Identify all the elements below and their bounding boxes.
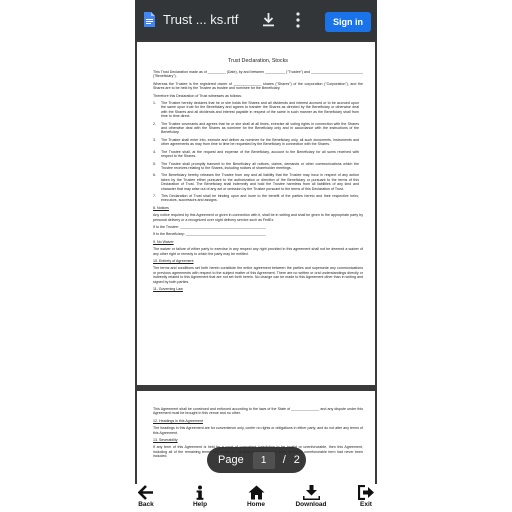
viewer-toolbar: Trust ... ks.rtf Sign in <box>135 0 377 40</box>
total-pages: 2 <box>293 454 300 466</box>
section-heading-no-waiver: 9. No Waiver <box>153 239 174 244</box>
clause-number: 3. <box>153 137 156 142</box>
trustee-address-line: If to the Trustee: _____________________… <box>153 224 266 229</box>
file-title: Trust ... ks.rtf <box>163 12 239 27</box>
section-heading-governing-law: 11. Governing Law <box>153 287 183 292</box>
document-viewer: Trust ... ks.rtf Sign in Trust Declarati… <box>135 0 377 484</box>
page-indicator: Page 1 / 2 <box>207 447 306 473</box>
clause-text: The Trustee shall promptly transmit to t… <box>161 161 359 170</box>
bottom-navigation: Back Help Home Download Exit <box>0 484 512 512</box>
clause: 7. This Declaration of Trust shall be bin… <box>153 194 363 203</box>
page-label: Page <box>218 454 244 466</box>
section-text-entirety: The terms and conditions set forth herei… <box>153 266 363 284</box>
exit-icon <box>357 485 374 500</box>
governing-law-text: This Agreement shall be construed and en… <box>153 407 363 416</box>
clause-number: 7. <box>153 193 156 198</box>
exit-button[interactable]: Exit <box>341 484 391 512</box>
page-separator: / <box>282 454 286 466</box>
section-heading-headings: 12. Headings in this Agreement <box>153 418 203 423</box>
clause-text: The Trustee shall enter into, execute an… <box>161 137 359 147</box>
home-button[interactable]: Home <box>231 484 281 512</box>
section-heading-severability: 13. Severability <box>153 438 178 443</box>
download-nav-button[interactable]: Download <box>286 484 336 512</box>
clause-text: The Beneficiary hereby releases the Trus… <box>161 173 359 191</box>
more-vertical-icon[interactable] <box>293 11 303 29</box>
document-title: Trust Declaration, Stocks <box>227 58 288 64</box>
exit-label: Exit <box>360 501 372 508</box>
home-label: Home <box>246 501 266 508</box>
whereas-paragraph: Whereas the Trustee is the registered ow… <box>153 81 363 91</box>
back-button[interactable]: Back <box>121 484 171 512</box>
help-button[interactable]: Help <box>175 484 225 512</box>
clause-text: The Trustee covenants and agrees that he… <box>161 121 359 135</box>
download-label: Download <box>295 501 327 508</box>
info-icon <box>196 485 204 500</box>
section-text-headings: The headings in this Agreement are for c… <box>153 426 363 435</box>
document-file-icon <box>144 12 155 27</box>
sign-in-button[interactable]: Sign in <box>325 12 371 32</box>
clause: 2. The Trustee covenants and agrees that … <box>153 122 363 135</box>
therefore-paragraph: Therefore this Declaration of Trust witn… <box>153 93 242 98</box>
arrow-left-icon <box>138 485 153 500</box>
download-icon <box>302 485 320 500</box>
section-text-notices: Any notice required by this Agreement or… <box>153 213 363 222</box>
clause-text: This Declaration of Trust shall be bindi… <box>161 193 359 203</box>
section-heading-entirety: 10. Entirety of Agreement <box>153 259 194 263</box>
back-label: Back <box>138 501 154 508</box>
clause: 3. The Trustee shall enter into, execute … <box>153 138 363 147</box>
clause-number: 2. <box>153 121 156 126</box>
home-icon <box>248 485 264 500</box>
current-page-field[interactable]: 1 <box>252 451 275 469</box>
beneficiary-address-line: If to the Beneficiary: _________________… <box>153 232 266 237</box>
intro-paragraph: This Trust Declaration made as of ______… <box>153 70 364 79</box>
download-icon[interactable] <box>260 11 277 28</box>
help-label: Help <box>192 501 208 508</box>
clause-number: 1. <box>153 101 156 106</box>
document-page-1: Trust Declaration, Stocks This Trust Dec… <box>137 42 375 385</box>
section-text-no-waiver: The waiver or failure of either party to… <box>153 247 363 256</box>
clause: 1. The Trustee hereby declares that he or… <box>153 101 363 119</box>
clause-number: 6. <box>153 173 156 178</box>
clause-number: 4. <box>153 149 156 154</box>
clause-text: The Trustee shall, at the request and ex… <box>161 149 359 159</box>
clause-number: 5. <box>153 161 156 166</box>
section-heading-notices: 8. Notices <box>153 205 169 210</box>
clause-text: The Trustee hereby declares that he or s… <box>161 101 359 119</box>
clause: 6. The Beneficiary hereby releases the Tr… <box>153 173 363 191</box>
clause: 5. The Trustee shall promptly transmit to… <box>153 162 363 171</box>
clause: 4. The Trustee shall, at the request and … <box>153 150 363 159</box>
